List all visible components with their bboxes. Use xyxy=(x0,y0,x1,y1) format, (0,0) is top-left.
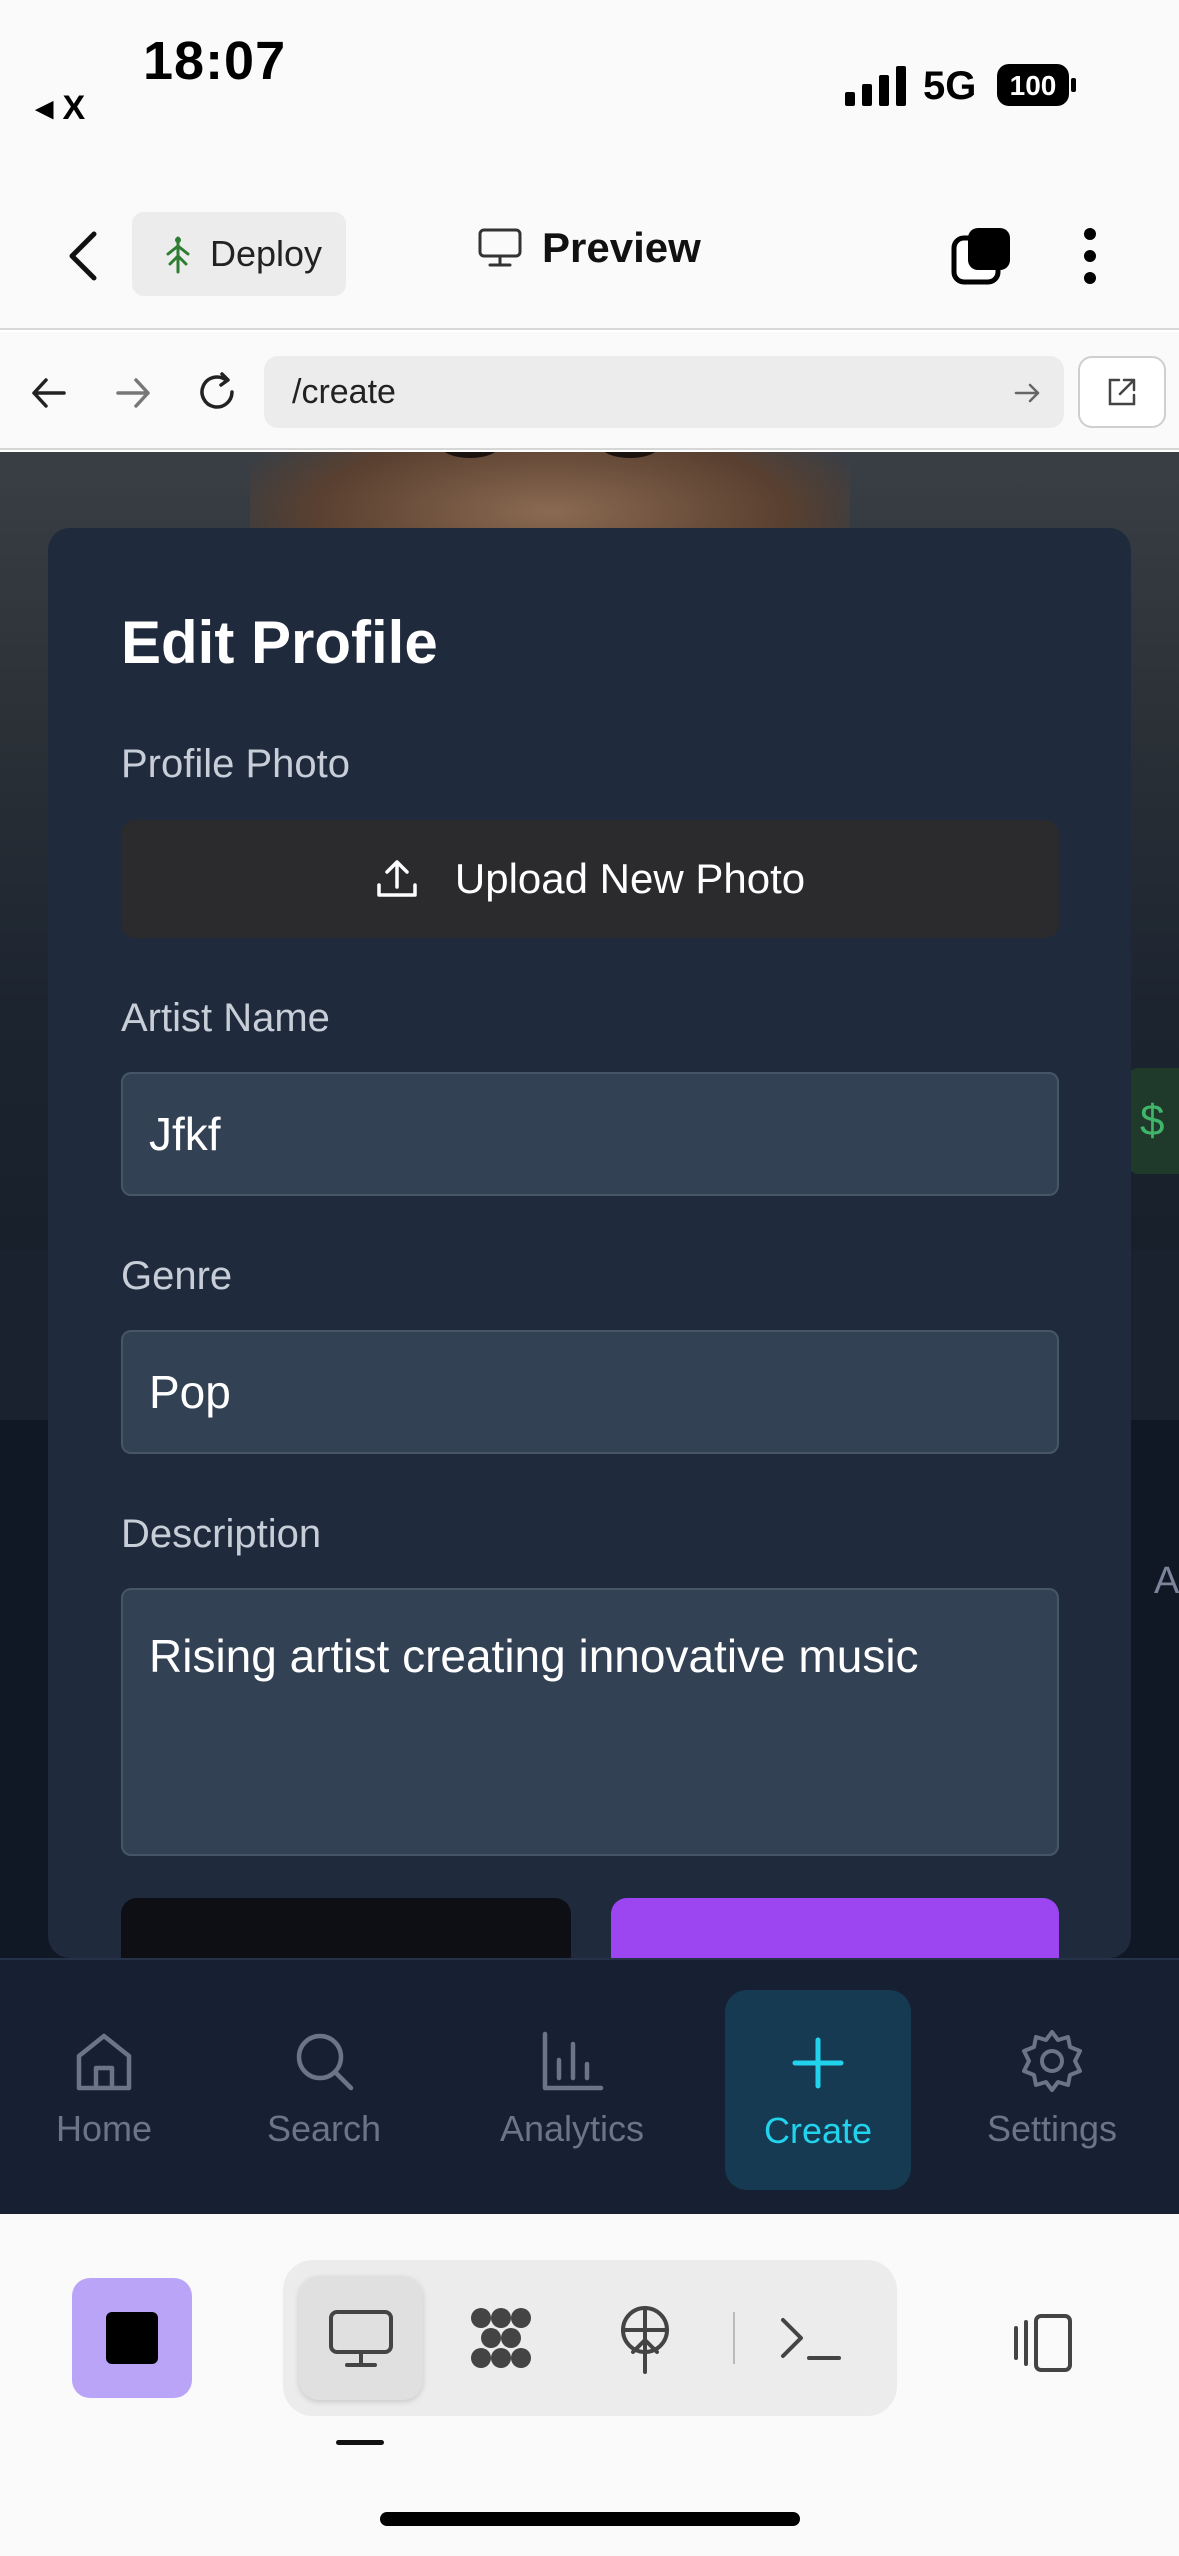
bottom-nav: Home Search Analytics Create Settings xyxy=(0,1958,1179,2214)
app-header: Deploy Preview xyxy=(0,190,1179,330)
plus-icon xyxy=(792,2037,844,2089)
terminal-icon[interactable] xyxy=(773,2300,849,2376)
stop-button[interactable] xyxy=(72,2278,192,2398)
search-icon xyxy=(296,2033,354,2091)
genre-label: Genre xyxy=(121,1254,233,1298)
url-text: /create xyxy=(292,373,396,411)
genre-input[interactable]: Pop xyxy=(121,1330,1059,1454)
browser-forward-icon[interactable] xyxy=(108,368,158,418)
back-chevron-icon[interactable] xyxy=(60,226,110,286)
modal-title: Edit Profile xyxy=(121,609,438,676)
reload-icon[interactable] xyxy=(192,368,242,418)
nav-label-create: Create xyxy=(763,2110,873,2151)
active-tool-indicator xyxy=(336,2440,384,2445)
edit-profile-modal: Edit Profile Profile Photo Upload New Ph… xyxy=(48,528,1131,1958)
network-type: 5G xyxy=(923,64,977,108)
more-vertical-icon[interactable] xyxy=(1070,224,1110,288)
deploy-button[interactable]: Deploy xyxy=(132,212,346,296)
monitor-tool-icon[interactable] xyxy=(323,2300,399,2376)
layout-toggle-icon[interactable] xyxy=(1010,2308,1080,2378)
nav-item-search[interactable]: Search xyxy=(250,1960,398,2216)
status-bar: ◂ X 18:07 5G 100 xyxy=(0,0,1179,190)
tool-separator xyxy=(733,2312,735,2364)
battery-icon: 100 xyxy=(997,64,1076,106)
nav-label-search: Search xyxy=(266,2108,382,2149)
dots-tool-icon[interactable] xyxy=(463,2300,539,2376)
url-bar: /create xyxy=(0,332,1179,450)
battery-level: 100 xyxy=(1010,70,1057,101)
upload-label: Upload New Photo xyxy=(454,855,806,902)
nav-item-create[interactable]: Create xyxy=(725,1990,911,2190)
tabs-icon[interactable] xyxy=(950,224,1014,288)
tool-group xyxy=(283,2260,897,2416)
deploy-tool-icon[interactable] xyxy=(607,2300,683,2376)
nav-label-home: Home xyxy=(55,2108,153,2149)
open-external-button[interactable] xyxy=(1078,356,1166,428)
home-indicator xyxy=(380,2512,800,2526)
preview-label: Preview xyxy=(542,224,701,271)
save-button[interactable] xyxy=(611,1898,1059,1958)
side-letter: A xyxy=(1154,1560,1179,1602)
stop-icon xyxy=(106,2312,158,2364)
cancel-button[interactable] xyxy=(121,1898,571,1958)
external-link-icon xyxy=(1108,378,1136,406)
home-icon xyxy=(76,2033,132,2091)
preview-tab[interactable]: Preview xyxy=(478,224,701,272)
nav-label-settings: Settings xyxy=(986,2108,1118,2149)
status-time: 18:07 xyxy=(143,31,287,91)
nav-item-settings[interactable]: Settings xyxy=(976,1960,1128,2216)
upload-photo-button[interactable]: Upload New Photo xyxy=(121,820,1059,938)
monitor-icon xyxy=(478,228,522,267)
description-label: Description xyxy=(121,1512,322,1556)
gear-icon xyxy=(1022,2030,1082,2092)
deploy-tree-icon xyxy=(166,236,190,274)
bar-chart-icon xyxy=(542,2031,604,2091)
back-to-app-label[interactable]: ◂ X xyxy=(36,88,85,128)
go-arrow-icon[interactable] xyxy=(1012,378,1042,408)
description-textarea[interactable]: Rising artist creating innovative music xyxy=(121,1588,1059,1856)
side-chip[interactable]: $ xyxy=(1128,1068,1179,1174)
nav-label-analytics: Analytics xyxy=(499,2108,645,2149)
nav-item-home[interactable]: Home xyxy=(40,1960,168,2216)
deploy-label: Deploy xyxy=(210,233,323,274)
browser-back-icon[interactable] xyxy=(24,368,74,418)
nav-item-analytics[interactable]: Analytics xyxy=(486,1960,658,2216)
browser-toolbar xyxy=(0,2214,1179,2556)
url-input[interactable]: /create xyxy=(264,356,1064,428)
cellular-signal-icon xyxy=(845,66,906,106)
upload-icon xyxy=(377,860,417,897)
artist-name-input[interactable]: Jfkf xyxy=(121,1072,1059,1196)
artist-name-label: Artist Name xyxy=(121,996,330,1040)
web-content: $ A Edit Profile Profile Photo Upload Ne… xyxy=(0,452,1179,1958)
profile-photo-label: Profile Photo xyxy=(121,742,351,786)
